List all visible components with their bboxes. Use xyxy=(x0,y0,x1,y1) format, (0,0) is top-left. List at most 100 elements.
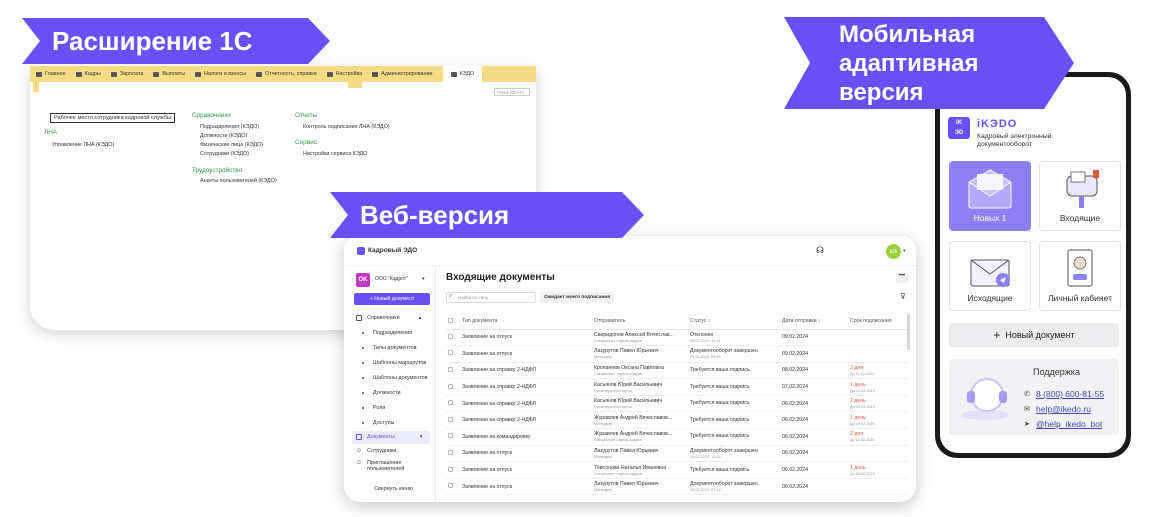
org-name[interactable]: ООО "Кадрот" xyxy=(375,276,408,282)
row-checkbox[interactable] xyxy=(448,416,453,422)
cell-doc-type[interactable]: Заявление на справку 2-НДФЛ xyxy=(460,411,592,430)
col-status[interactable]: Статус ↕ xyxy=(688,314,780,330)
chevron-down-icon[interactable]: ▾ xyxy=(422,276,425,282)
cell-doc-type[interactable]: Заявление на отпуск xyxy=(460,461,592,479)
web-window: Кадровый ЭДО ☊ ША ▾ OK ООО "Кадрот" ▾ + … xyxy=(344,236,916,502)
cell-doc-type[interactable]: Заявление на командировку xyxy=(460,428,592,446)
onec-menu-salary[interactable]: Зарплата xyxy=(110,71,143,77)
table-row[interactable]: Заявление на справку 2-НДФЛ Касьянов Юрий… xyxy=(446,395,908,413)
sidebar-refs[interactable]: Справочники ▴ xyxy=(356,315,421,321)
onec-menu-main[interactable]: Главное xyxy=(36,71,66,77)
onec-reports-link[interactable]: Контроль подписания ЛНА (КЭДО) xyxy=(303,124,390,130)
cell-status: Требуется ваша подпись xyxy=(688,378,780,396)
onec-menu-kedo[interactable]: КЭДО xyxy=(442,66,483,82)
tile-label: Входящие xyxy=(1059,213,1101,223)
cell-doc-type[interactable]: Заявление на справку 2-НДФЛ xyxy=(460,395,592,413)
tile-new[interactable]: Новых 1 xyxy=(949,161,1031,231)
filter-icon[interactable]: ⊽ xyxy=(900,292,906,301)
sidebar-item-documents[interactable]: Документы ▾ xyxy=(356,434,423,440)
onec-ref-link[interactable]: Сотрудники (КЭДО) xyxy=(200,151,249,157)
row-checkbox[interactable] xyxy=(448,333,453,339)
table-row[interactable]: Заявление на справку 2-НДФЛ Журавлев Андр… xyxy=(446,411,908,430)
sidebar-item-roles[interactable]: Роли xyxy=(356,405,385,411)
onec-menu-payments[interactable]: Выплаты xyxy=(153,71,185,77)
table-row[interactable]: Заявление на отпуск Лазурутов Павел Юрьев… xyxy=(446,445,908,463)
col-deadline[interactable]: Срок подписания xyxy=(848,314,908,330)
onec-employment-link[interactable]: Анкеты пользователей (КЭДО) xyxy=(200,178,277,184)
row-checkbox[interactable] xyxy=(448,466,453,472)
table-row[interactable]: Заявление на справку 2-НДФЛ Касьянов Юрий… xyxy=(446,378,908,396)
cell-doc-type[interactable]: Заявление на отпуск xyxy=(460,329,592,347)
onec-menu-settings[interactable]: Настройка xyxy=(326,71,362,77)
app-logo-icon xyxy=(357,247,365,255)
cell-send-date: 06.02.2024 xyxy=(780,428,848,446)
col-doc-type[interactable]: Тип документа xyxy=(460,314,592,330)
cell-status: Требуется ваша подпись xyxy=(688,411,780,430)
col-send-date[interactable]: Дата отправки ↓ xyxy=(780,314,848,330)
table-row[interactable]: Заявление на отпуск Свиридонов Алексей Вя… xyxy=(446,329,908,347)
mobile-new-document-button[interactable]: + Новый документ xyxy=(949,323,1119,347)
cell-deadline xyxy=(848,329,908,347)
cell-status: Требуется ваша подпись xyxy=(688,461,780,479)
chevron-down-icon[interactable]: ▾ xyxy=(903,248,906,254)
onec-menu-reports[interactable]: Отчетность, справки xyxy=(256,71,317,77)
telegram-icon: ➤ xyxy=(1024,421,1030,428)
headset-icon[interactable]: ☊ xyxy=(816,245,824,256)
web-header: Кадровый ЭДО ☊ ША ▾ xyxy=(344,236,916,266)
onec-search-input[interactable]: Поиск (Ctrl+F) xyxy=(494,88,530,96)
table-row[interactable]: Заявление на отпуск Лазурутов Павел Юрьев… xyxy=(446,478,908,496)
onec-service-link[interactable]: Настройки сервиса КЭДО xyxy=(303,151,367,157)
cell-doc-type[interactable]: Заявление на справку 2-НДФЛ xyxy=(460,362,592,380)
cell-send-date: 06.02.2024 xyxy=(780,445,848,463)
row-checkbox[interactable] xyxy=(448,350,453,356)
sidebar-item-doc-types[interactable]: Типы документов xyxy=(356,345,417,351)
sidebar-item-doc-templates[interactable]: Шаблоны документов xyxy=(356,375,428,381)
table-row[interactable]: Заявление на командировку Журавлев Андрей… xyxy=(446,428,908,446)
table-row[interactable]: Заявление на отпуск Лазурутов Павел Юрьев… xyxy=(446,345,908,363)
row-checkbox[interactable] xyxy=(448,433,453,439)
row-checkbox[interactable] xyxy=(448,400,453,406)
onec-menu-admin[interactable]: Администрирование xyxy=(372,71,433,77)
row-checkbox[interactable] xyxy=(448,483,453,489)
row-checkbox[interactable] xyxy=(448,449,453,455)
onec-ref-link[interactable]: Подразделения (КЭДО) xyxy=(200,124,259,130)
cell-doc-type[interactable]: Заявление на справку 2-НДФЛ xyxy=(460,378,592,396)
select-all-checkbox[interactable] xyxy=(448,317,453,323)
cell-deadline xyxy=(848,445,908,463)
tile-outgoing[interactable]: Исходящие xyxy=(949,241,1031,311)
row-checkbox[interactable] xyxy=(448,383,453,389)
sidebar-item-departments[interactable]: Подразделения xyxy=(356,330,412,336)
sidebar-item-invitations[interactable]: ☺ Приглашение пользователей xyxy=(356,460,417,472)
row-checkbox[interactable] xyxy=(448,366,453,372)
cell-doc-type[interactable]: Заявление на отпуск xyxy=(460,478,592,496)
filter-chip-awaiting[interactable]: Ожидает моего подписания xyxy=(540,292,615,303)
onec-workplace-title[interactable]: Рабочее место сотрудника кадровой службы xyxy=(50,113,176,123)
onec-ref-link[interactable]: Должности (КЭДО) xyxy=(200,133,247,139)
support-phone-link[interactable]: 8 (800) 600-81-55 xyxy=(1036,389,1104,399)
search-input[interactable]: Найти по типу xyxy=(446,292,536,303)
sidebar-item-positions[interactable]: Должности xyxy=(356,390,401,396)
onec-menu-staff[interactable]: Кадры xyxy=(75,71,101,77)
onec-menu-taxes[interactable]: Налоги и взносы xyxy=(195,71,246,77)
collapse-menu-button[interactable]: Свернуть меню xyxy=(374,486,413,492)
support-telegram-link[interactable]: @help_ikedo_bot xyxy=(1036,419,1102,429)
onec-lna-link[interactable]: Управление ЛНА (КЭДО) xyxy=(52,142,114,148)
more-icon[interactable]: ••• xyxy=(896,273,908,283)
id-card-icon xyxy=(1067,249,1093,287)
user-avatar[interactable]: ША xyxy=(886,244,901,259)
onec-ref-link[interactable]: Физические лица (КЭДО) xyxy=(200,142,263,148)
banner-web-version: Веб-версия xyxy=(330,192,644,238)
cell-doc-type[interactable]: Заявление на отпуск xyxy=(460,445,592,463)
sidebar-item-access[interactable]: Доступы xyxy=(356,420,394,426)
new-document-button[interactable]: + Новый документ xyxy=(354,293,430,305)
table-scrollbar[interactable] xyxy=(907,314,910,350)
col-sender[interactable]: Отправитель xyxy=(592,314,688,330)
sidebar-item-employees[interactable]: ☺ Сотрудники xyxy=(356,448,396,454)
table-row[interactable]: Заявление на справку 2-НДФЛ Кропанева Окс… xyxy=(446,362,908,380)
tile-profile[interactable]: Личный кабинет xyxy=(1039,241,1121,311)
sidebar-item-route-templates[interactable]: Шаблоны маршрутов xyxy=(356,360,426,366)
table-row[interactable]: Заявление на отпуск Тоисонова Наталья Ива… xyxy=(446,461,908,479)
cell-doc-type[interactable]: Заявление на отпуск xyxy=(460,345,592,363)
tile-incoming[interactable]: Входящие xyxy=(1039,161,1121,231)
support-email-link[interactable]: help@ikedo.ru xyxy=(1036,404,1091,414)
